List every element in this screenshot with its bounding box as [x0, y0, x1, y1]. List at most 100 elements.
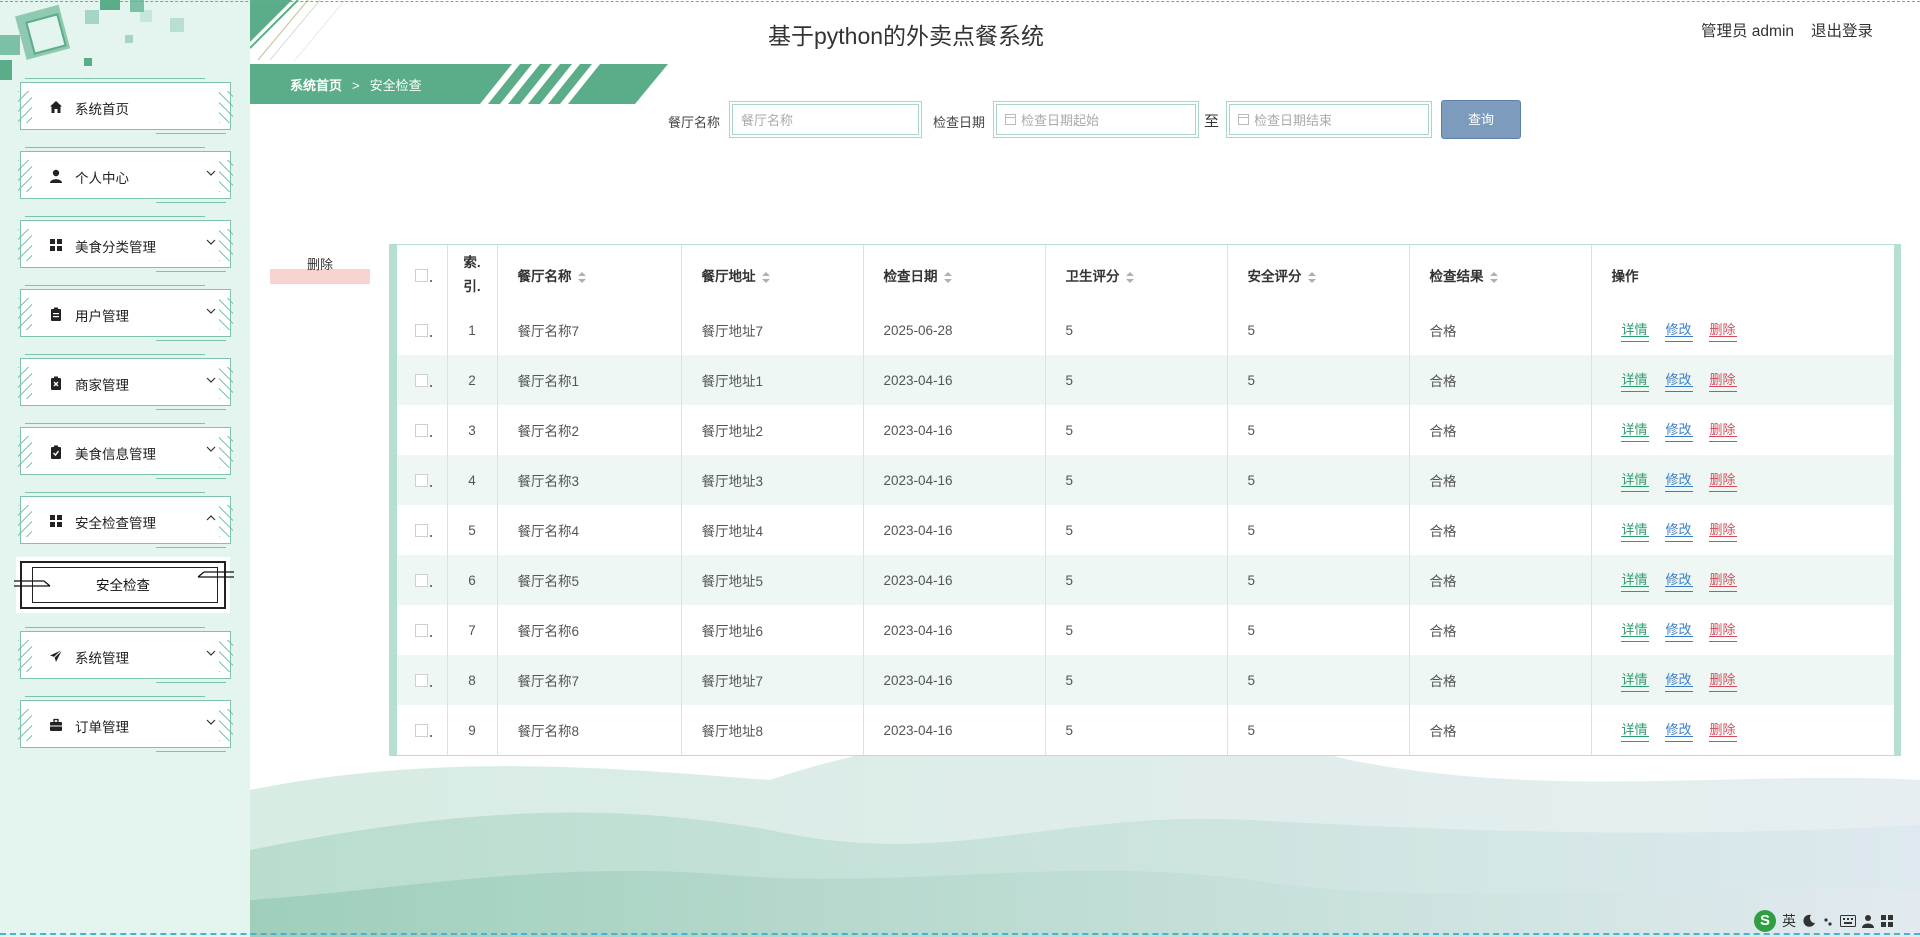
cell-restaurant-address: 餐厅地址1 — [681, 355, 864, 405]
edit-link[interactable]: 修改 — [1664, 469, 1693, 492]
delete-link[interactable]: 删除 — [1708, 519, 1737, 542]
row-checkbox[interactable] — [415, 574, 433, 588]
sort-icon[interactable] — [761, 271, 770, 283]
delete-link[interactable]: 删除 — [1708, 719, 1737, 742]
sidebar-item-label: 系统首页 — [75, 102, 129, 117]
sidebar: 系统首页 个人中心 美食分类管理 用户管理 商家管理 美食信息管理 安全检查管理… — [0, 0, 250, 937]
cell-actions: 详情 修改 删除 — [1591, 655, 1894, 705]
user-icon[interactable] — [1862, 914, 1874, 928]
query-button[interactable]: 查询 — [1441, 100, 1521, 139]
detail-link[interactable]: 详情 — [1620, 419, 1649, 442]
detail-link[interactable]: 详情 — [1620, 319, 1649, 342]
detail-link[interactable]: 详情 — [1620, 619, 1649, 642]
sidebar-item-safety-check-management[interactable]: 安全检查管理 — [18, 492, 233, 548]
edit-link[interactable]: 修改 — [1664, 419, 1693, 442]
sidebar-item-home[interactable]: 系统首页 — [18, 78, 233, 134]
cell-restaurant-address: 餐厅地址4 — [681, 505, 864, 555]
row-checkbox[interactable] — [415, 724, 433, 738]
chevron-down-icon — [206, 446, 216, 452]
cell-check-date: 2023-04-16 — [863, 705, 1046, 755]
cell-safety-score: 5 — [1227, 605, 1410, 655]
column-header-safety-score[interactable]: 安全评分 — [1227, 245, 1410, 305]
column-header-restaurant-address[interactable]: 餐厅地址 — [681, 245, 864, 305]
row-checkbox[interactable] — [415, 524, 433, 538]
sidebar-subitem-safety-check[interactable]: 安全检查 — [14, 557, 234, 613]
detail-link[interactable]: 详情 — [1620, 369, 1649, 392]
delete-link[interactable]: 删除 — [1708, 569, 1737, 592]
sidebar-item-personal-center[interactable]: 个人中心 — [18, 147, 233, 203]
row-checkbox[interactable] — [415, 674, 433, 688]
column-header-check-date[interactable]: 检查日期 — [863, 245, 1046, 305]
edit-link[interactable]: 修改 — [1664, 369, 1693, 392]
moon-icon[interactable] — [1802, 914, 1816, 928]
row-select-cell — [397, 505, 448, 555]
data-table: 索. 引. 餐厅名称 餐厅地址 检查日期 卫生评分 安全评分 检查结果 操作 1餐… — [389, 244, 1901, 756]
sidebar-item-order-management[interactable]: 订单管理 — [18, 696, 233, 752]
row-checkbox[interactable] — [415, 424, 433, 438]
date-start-input[interactable]: 检查日期起始 — [993, 101, 1199, 138]
cell-restaurant-address: 餐厅地址7 — [681, 655, 864, 705]
batch-delete-button[interactable]: 删除 — [270, 254, 370, 284]
select-all-checkbox[interactable] — [415, 269, 433, 283]
edit-link[interactable]: 修改 — [1664, 519, 1693, 542]
row-checkbox[interactable] — [415, 474, 433, 488]
edit-link[interactable]: 修改 — [1664, 669, 1693, 692]
detail-link[interactable]: 详情 — [1620, 719, 1649, 742]
delete-link[interactable]: 删除 — [1708, 619, 1737, 642]
row-checkbox[interactable] — [415, 374, 433, 388]
edit-link[interactable]: 修改 — [1664, 569, 1693, 592]
cell-check-date: 2023-04-16 — [863, 505, 1046, 555]
sidebar-item-food-category[interactable]: 美食分类管理 — [18, 216, 233, 272]
column-header-restaurant-name[interactable]: 餐厅名称 — [497, 245, 682, 305]
date-label: 检查日期 — [933, 115, 986, 130]
cell-hygiene-score: 5 — [1045, 605, 1228, 655]
sidebar-item-food-info-management[interactable]: 美食信息管理 — [18, 423, 233, 479]
cell-check-result: 合格 — [1409, 555, 1592, 605]
cell-check-result: 合格 — [1409, 705, 1592, 755]
chevron-down-icon — [206, 239, 216, 245]
breadcrumb-home[interactable]: 系统首页 — [290, 75, 342, 94]
restaurant-input[interactable]: 餐厅名称 — [729, 101, 922, 138]
cell-restaurant-name: 餐厅名称7 — [497, 305, 682, 355]
detail-link[interactable]: 详情 — [1620, 519, 1649, 542]
edit-link[interactable]: 修改 — [1664, 319, 1693, 342]
detail-link[interactable]: 详情 — [1620, 669, 1649, 692]
apps-icon[interactable] — [1880, 914, 1894, 928]
cell-hygiene-score: 5 — [1045, 355, 1228, 405]
wave-background — [250, 730, 1920, 937]
sidebar-item-merchant-management[interactable]: 商家管理 — [18, 354, 233, 410]
punctuation-icon[interactable] — [1822, 914, 1834, 928]
edit-link[interactable]: 修改 — [1664, 619, 1693, 642]
detail-link[interactable]: 详情 — [1620, 569, 1649, 592]
sogou-ime-icon[interactable]: S — [1754, 910, 1776, 932]
sidebar-item-user-management[interactable]: 用户管理 — [18, 285, 233, 341]
row-checkbox[interactable] — [415, 324, 433, 338]
ime-language[interactable]: 英 — [1782, 911, 1796, 931]
row-checkbox[interactable] — [415, 624, 433, 638]
table-body: 1 餐厅名称7 餐厅地址7 2025-06-28 5 5 合格 详情 修改 删除 2 餐厅名称1 餐厅地… — [397, 305, 1894, 755]
keyboard-icon[interactable] — [1840, 915, 1856, 927]
edit-link[interactable]: 修改 — [1664, 719, 1693, 742]
delete-link[interactable]: 删除 — [1708, 419, 1737, 442]
delete-link[interactable]: 删除 — [1708, 669, 1737, 692]
date-end-placeholder: 检查日期结束 — [1254, 113, 1333, 128]
column-header-check-result[interactable]: 检查结果 — [1409, 245, 1592, 305]
row-select-cell — [397, 655, 448, 705]
sort-icon[interactable] — [1307, 271, 1316, 283]
sort-icon[interactable] — [1489, 271, 1498, 283]
sort-icon[interactable] — [943, 271, 952, 283]
sort-icon[interactable] — [1125, 271, 1134, 283]
sort-icon[interactable] — [577, 271, 586, 283]
date-end-input[interactable]: 检查日期结束 — [1226, 101, 1432, 138]
logout-link[interactable]: 退出登录 — [1811, 19, 1873, 41]
cell-check-result: 合格 — [1409, 455, 1592, 505]
cell-safety-score: 5 — [1227, 705, 1410, 755]
delete-link[interactable]: 删除 — [1708, 369, 1737, 392]
sidebar-item-system-management[interactable]: 系统管理 — [18, 627, 233, 683]
restaurant-label: 餐厅名称 — [668, 115, 721, 130]
cell-safety-score: 5 — [1227, 555, 1410, 605]
column-header-hygiene-score[interactable]: 卫生评分 — [1045, 245, 1228, 305]
detail-link[interactable]: 详情 — [1620, 469, 1649, 492]
delete-link[interactable]: 删除 — [1708, 469, 1737, 492]
delete-link[interactable]: 删除 — [1708, 319, 1737, 342]
